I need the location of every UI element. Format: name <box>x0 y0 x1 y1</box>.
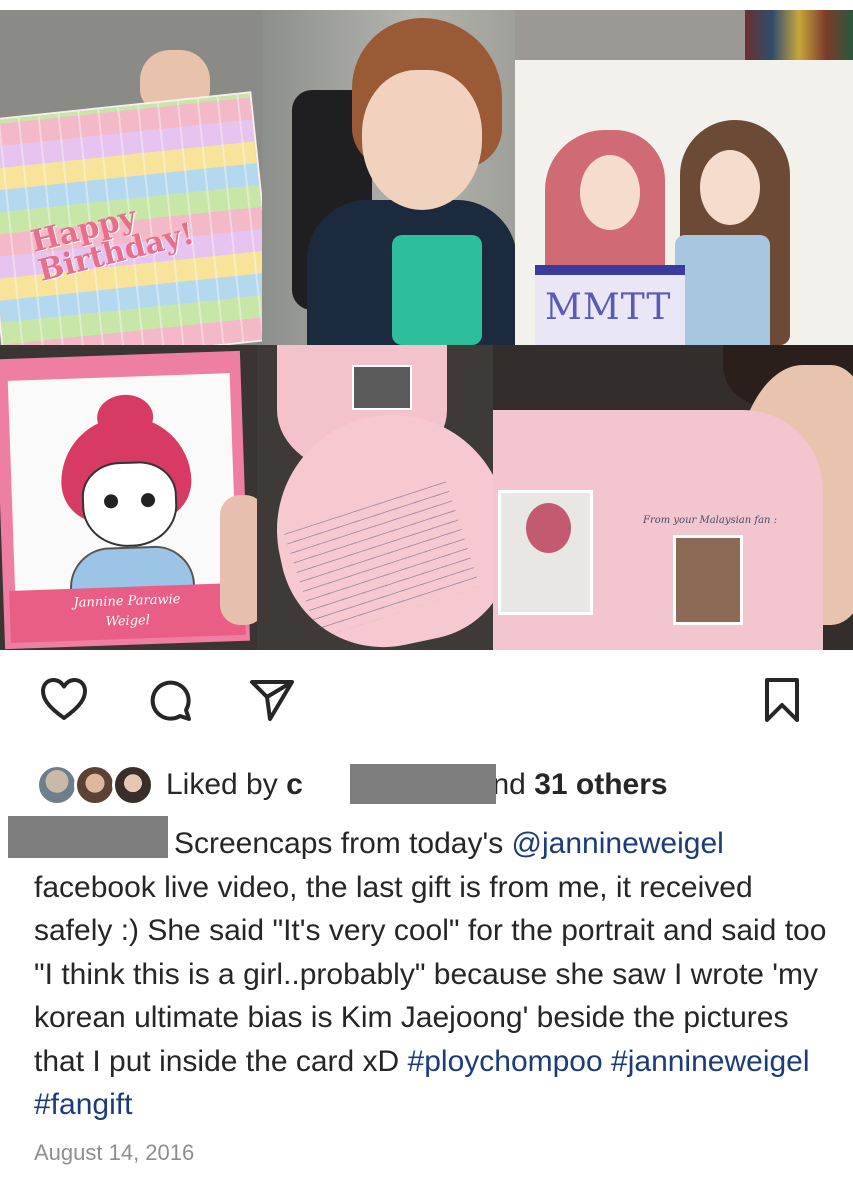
mention-link[interactable]: @jannineweigel <box>512 827 724 860</box>
liker-name-start[interactable]: c <box>286 768 303 801</box>
chibi-name-banner: Jannine Parawie Weigel <box>9 582 246 643</box>
post-date: August 14, 2016 <box>34 1140 195 1165</box>
comment-button[interactable] <box>146 676 194 724</box>
heart-icon <box>41 678 87 720</box>
fan-photo <box>673 535 743 625</box>
hashtag-link[interactable]: #jannineweigel <box>611 1045 810 1078</box>
post-image[interactable]: Happy Birthday! MMTT Jannine Parawie Wei… <box>0 10 853 650</box>
card-from-text: From your Malaysian fan : <box>643 515 778 526</box>
face <box>362 70 482 210</box>
group-photo <box>352 365 412 410</box>
photo-portrait-drawing: MMTT <box>515 10 853 345</box>
photo-print <box>498 490 593 615</box>
like-button[interactable] <box>40 676 88 724</box>
birthday-card: Happy Birthday! <box>0 91 262 345</box>
avatar <box>74 764 116 806</box>
likes-row[interactable]: Liked by ca and 31 others <box>36 764 816 810</box>
bookmark-icon <box>765 678 799 722</box>
chibi-card: Jannine Parawie Weigel <box>0 350 250 650</box>
hand <box>220 495 257 625</box>
photo-fan-card: From your Malaysian fan : <box>493 345 853 650</box>
comment-bubble-icon <box>150 680 191 721</box>
chibi-face <box>80 460 179 549</box>
photo-chibi-card: Jannine Parawie Weigel <box>0 345 257 650</box>
bookshelf <box>745 10 853 60</box>
likes-others-link[interactable]: 31 others <box>534 768 667 801</box>
action-bar <box>0 676 853 736</box>
redaction-block <box>8 816 168 858</box>
hashtag-link[interactable]: #fangift <box>34 1088 132 1121</box>
share-button[interactable] <box>248 676 296 724</box>
photo-girl-smiling <box>262 10 515 345</box>
photo-birthday-card: Happy Birthday! <box>0 10 262 345</box>
paper-plane-icon <box>250 680 294 721</box>
post-caption: Screencaps from today's @jannineweigel f… <box>34 827 827 1121</box>
hashtag-link[interactable]: #ploychompoo <box>408 1045 603 1078</box>
avatar <box>112 764 154 806</box>
shirt-text: MMTT <box>545 287 672 328</box>
photo-heart-letter <box>257 345 493 650</box>
save-button[interactable] <box>758 676 806 724</box>
avatar <box>36 764 78 806</box>
redaction-block <box>350 764 496 804</box>
shirt-print: MMTT <box>535 265 685 345</box>
birthday-card-text: Happy Birthday! <box>27 199 198 289</box>
